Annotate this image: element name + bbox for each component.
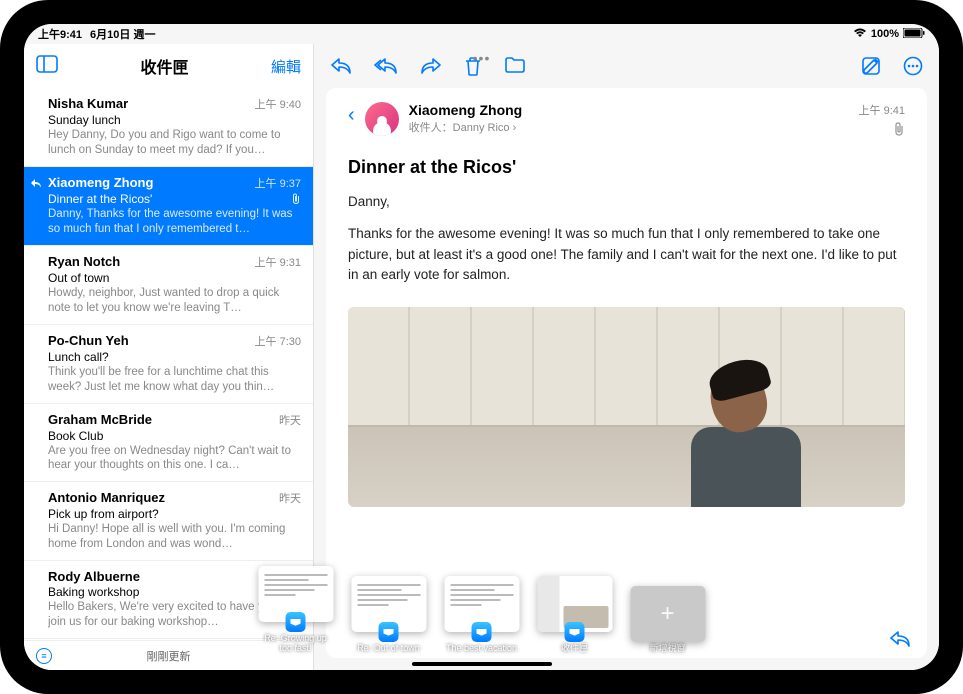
window-thumbnail[interactable]: 收件匣: [537, 576, 612, 654]
msg-preview: Howdy, neighbor, Just wanted to drop a q…: [48, 286, 301, 316]
more-icon[interactable]: [903, 56, 923, 76]
msg-sender: Rody Albuerne: [48, 569, 140, 584]
window-thumbnail[interactable]: The best vacation: [444, 576, 519, 654]
window-label: Re: Out of town: [357, 644, 420, 654]
mail-app-icon: [565, 622, 585, 642]
battery-label: 100%: [871, 28, 899, 40]
msg-preview: Danny, Thanks for the awesome evening! I…: [48, 207, 301, 237]
edit-button[interactable]: 編輯: [271, 56, 301, 77]
message-item[interactable]: Graham McBride 昨天Book ClubAre you free on…: [24, 404, 313, 483]
message-item[interactable]: Ryan Notch 上午 9:31Out of townHowdy, neigh…: [24, 246, 313, 325]
home-indicator[interactable]: [412, 662, 552, 666]
msg-time: 上午 9:37: [255, 175, 301, 191]
wifi-icon: [853, 28, 867, 41]
sync-status: 剛剛更新: [147, 648, 191, 664]
mail-subject: Dinner at the Ricos': [348, 157, 905, 178]
ipad-frame: 上午9:41 6月10日 週一 100% ••• 收件匣 編輯 Nis: [0, 0, 963, 694]
msg-sender: Graham McBride: [48, 412, 152, 427]
back-icon[interactable]: ‹: [348, 104, 355, 127]
msg-sender: Po-Chun Yeh: [48, 333, 129, 348]
window-label: Re: Growing up too fast!: [258, 634, 333, 654]
new-window-button[interactable]: + 新增視窗: [630, 586, 705, 654]
window-label: 新增視窗: [649, 644, 685, 654]
msg-time: 昨天: [279, 412, 301, 428]
msg-sender: Nisha Kumar: [48, 96, 128, 111]
msg-subject: Out of town: [48, 271, 301, 285]
msg-time: 昨天: [279, 490, 301, 506]
msg-time: 上午 7:30: [255, 333, 301, 349]
attachment-icon: [291, 193, 301, 208]
window-thumbnail[interactable]: Re: Growing up too fast!: [258, 566, 333, 654]
mail-app-icon: [286, 612, 306, 632]
forward-icon[interactable]: [420, 56, 442, 76]
mail-app-icon: [379, 622, 399, 642]
msg-preview: Think you'll be free for a lunchtime cha…: [48, 365, 301, 395]
msg-subject: Dinner at the Ricos': [48, 192, 301, 206]
msg-subject: Sunday lunch: [48, 113, 301, 127]
shelf-reply-icon[interactable]: [889, 629, 911, 652]
mail-body: Danny, Thanks for the awesome evening! I…: [348, 192, 905, 297]
message-list[interactable]: Nisha Kumar 上午 9:40Sunday lunchHey Danny,…: [24, 88, 313, 640]
compose-icon[interactable]: [861, 56, 881, 76]
msg-sender: Xiaomeng Zhong: [48, 175, 153, 190]
message-item[interactable]: Nisha Kumar 上午 9:40Sunday lunchHey Danny,…: [24, 88, 313, 167]
mail-attachment-image[interactable]: [348, 307, 905, 507]
window-label: The best vacation: [446, 644, 517, 654]
battery-icon: [903, 28, 925, 41]
filter-icon[interactable]: ≡: [36, 648, 52, 664]
message-item[interactable]: Antonio Manriquez 昨天Pick up from airport?…: [24, 482, 313, 561]
window-thumbnail[interactable]: Re: Out of town: [351, 576, 426, 654]
screen: 上午9:41 6月10日 週一 100% ••• 收件匣 編輯 Nis: [24, 24, 939, 670]
msg-preview: Hey Danny, Do you and Rigo want to come …: [48, 128, 301, 158]
sidebar-toggle-icon[interactable]: [36, 55, 58, 78]
replied-icon: [30, 177, 42, 191]
message-item[interactable]: Po-Chun Yeh 上午 7:30Lunch call?Think you'l…: [24, 325, 313, 404]
msg-subject: Book Club: [48, 429, 301, 443]
status-time: 上午9:41: [38, 26, 82, 42]
msg-time: 上午 9:40: [255, 96, 301, 112]
status-date: 6月10日 週一: [90, 26, 155, 42]
mail-toolbar: [314, 44, 939, 88]
attachment-icon[interactable]: [859, 122, 905, 139]
msg-subject: Lunch call?: [48, 350, 301, 364]
mail-sender[interactable]: Xiaomeng Zhong: [409, 102, 849, 118]
mail-time: 上午 9:41: [859, 102, 905, 118]
status-bar: 上午9:41 6月10日 週一 100%: [24, 24, 939, 44]
msg-preview: Hi Danny! Hope all is well with you. I'm…: [48, 522, 301, 552]
mail-app-icon: [472, 622, 492, 642]
multitask-dots-icon[interactable]: •••: [473, 50, 491, 66]
msg-sender: Antonio Manriquez: [48, 490, 165, 505]
msg-preview: Are you free on Wednesday night? Can't w…: [48, 444, 301, 474]
plus-icon: +: [630, 586, 705, 642]
reply-icon[interactable]: [330, 56, 352, 76]
app-switcher-shelf[interactable]: Re: Growing up too fast! Re: Out of town T…: [246, 558, 717, 662]
msg-time: 上午 9:31: [255, 254, 301, 270]
reply-all-icon[interactable]: [374, 56, 398, 76]
folder-icon[interactable]: [504, 56, 526, 76]
window-label: 收件匣: [561, 644, 588, 654]
message-item[interactable]: Xiaomeng Zhong 上午 9:37Dinner at the Ricos…: [24, 167, 313, 246]
msg-sender: Ryan Notch: [48, 254, 120, 269]
msg-subject: Pick up from airport?: [48, 507, 301, 521]
mail-recipient[interactable]: 收件人：Danny Rico ›: [409, 119, 849, 135]
mailbox-title: 收件匣: [140, 54, 188, 78]
sender-avatar[interactable]: [365, 102, 399, 136]
